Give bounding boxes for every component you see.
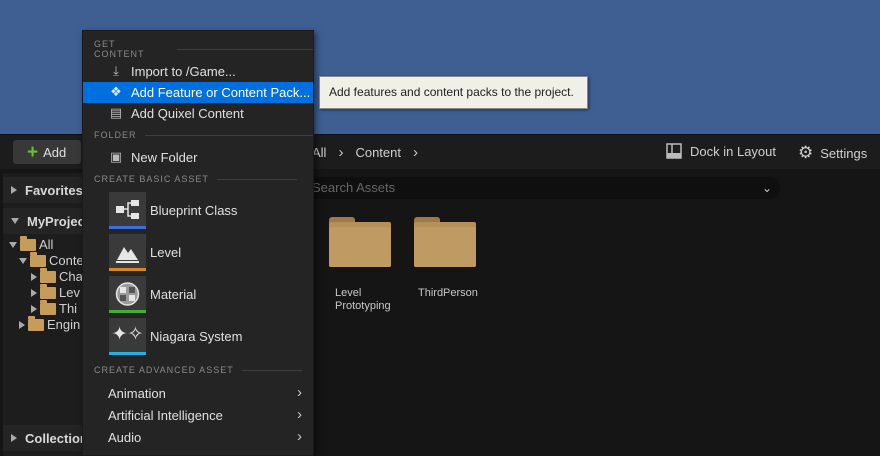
- niagara-icon: ✦✧: [111, 324, 144, 345]
- folder-icon: [20, 235, 36, 251]
- tooltip: Add features and content packs to the pr…: [319, 76, 588, 109]
- collapse-arrow-icon: [11, 218, 19, 224]
- folder-icon: [28, 315, 44, 331]
- menu-item-artificial-intelligence[interactable]: Artificial Intelligence ›: [83, 404, 313, 426]
- project-header[interactable]: MyProjec: [3, 208, 85, 234]
- dock-icon: [666, 143, 682, 159]
- niagara-thumbnail: ✦✧: [109, 318, 146, 355]
- level-thumbnail: [109, 234, 146, 271]
- asset-color-bar: [109, 268, 146, 271]
- menu-item-level[interactable]: Level: [83, 232, 313, 274]
- chevron-right-icon: ›: [297, 406, 302, 423]
- expand-arrow-icon: [11, 434, 17, 442]
- search-placeholder: Search Assets: [312, 180, 396, 195]
- add-button-label: Add: [43, 144, 67, 160]
- folder-icon: [30, 251, 46, 267]
- material-icon: [115, 282, 140, 306]
- dock-label: Dock in Layout: [690, 143, 776, 159]
- tree-item-level[interactable]: Lev: [31, 283, 80, 300]
- material-thumbnail: [109, 276, 146, 313]
- chevron-right-icon[interactable]: ›: [338, 144, 343, 161]
- chevron-right-icon[interactable]: ›: [413, 144, 418, 161]
- menu-item-new-folder[interactable]: ▣ New Folder: [83, 147, 313, 168]
- tree-label: Conte: [49, 253, 84, 268]
- folder-thirdperson[interactable]: [414, 217, 476, 267]
- expand-arrow-icon: [19, 320, 25, 329]
- add-dropdown-menu: GET CONTENT ⤓ Import to /Game... ❖ Add F…: [82, 30, 314, 456]
- asset-name: Level: [150, 245, 182, 260]
- feature-pack-icon: ❖: [110, 84, 122, 99]
- tree-label: Lev: [59, 285, 80, 300]
- asset-name: Material: [150, 287, 197, 302]
- folder-icon: [40, 283, 56, 299]
- menu-item-blueprint-class[interactable]: Blueprint Class: [83, 190, 313, 232]
- expand-arrow-icon: [31, 288, 37, 297]
- asset-color-bar: [109, 352, 146, 355]
- settings-label: Settings: [820, 145, 868, 161]
- menu-item-import[interactable]: ⤓ Import to /Game...: [83, 61, 313, 82]
- asset-color-bar: [109, 226, 146, 229]
- favorites-label: Favorites: [25, 182, 83, 198]
- settings-button[interactable]: ⚙ Settings: [798, 143, 867, 163]
- tree-item-characters[interactable]: Cha: [31, 267, 83, 284]
- blueprint-thumbnail: [109, 192, 146, 229]
- section-create-basic: CREATE BASIC ASSET: [94, 173, 297, 185]
- chevron-right-icon: ›: [297, 428, 302, 445]
- tree-item-engine[interactable]: Engin: [19, 315, 81, 332]
- quixel-icon: ▤: [109, 105, 123, 120]
- blueprint-icon: [116, 200, 139, 219]
- asset-color-bar: [109, 310, 146, 313]
- breadcrumb-content[interactable]: Content: [355, 145, 401, 160]
- gear-icon: ⚙: [798, 143, 814, 162]
- asset-name: Niagara System: [150, 329, 243, 344]
- tree-label: Thi: [59, 301, 78, 316]
- collections-label: Collection: [25, 430, 88, 446]
- favorites-header[interactable]: Favorites: [3, 177, 85, 203]
- chevron-right-icon: ›: [297, 384, 302, 401]
- menu-item-audio[interactable]: Audio ›: [83, 426, 313, 448]
- sources-panel: Favorites MyProjec All Conte Cha Lev Thi…: [3, 173, 88, 456]
- breadcrumb-all[interactable]: All: [312, 145, 326, 160]
- breadcrumb: All › Content ›: [312, 144, 418, 161]
- menu-item-add-feature-pack[interactable]: ❖ Add Feature or Content Pack...: [83, 82, 313, 103]
- menu-item-animation[interactable]: Animation ›: [83, 382, 313, 404]
- import-icon: ⤓: [113, 63, 119, 78]
- tree-label: All: [39, 237, 54, 252]
- add-button[interactable]: + Add: [13, 140, 81, 164]
- folder-icon: [40, 267, 56, 283]
- project-label: MyProjec: [27, 213, 85, 229]
- asset-label: Level Prototyping: [335, 287, 391, 312]
- tree-item-thirdperson[interactable]: Thi: [31, 299, 78, 316]
- tree-item-all[interactable]: All: [9, 235, 54, 252]
- menu-item-niagara-system[interactable]: ✦✧ Niagara System: [83, 316, 313, 358]
- level-icon: [116, 247, 139, 263]
- section-folder: FOLDER: [94, 129, 313, 141]
- collapse-arrow-icon: [19, 257, 27, 264]
- folder-icon: [40, 299, 56, 315]
- expand-arrow-icon: [31, 304, 37, 313]
- dock-in-layout-button[interactable]: Dock in Layout: [666, 143, 776, 159]
- menu-item-material[interactable]: Material: [83, 274, 313, 316]
- tree-item-content[interactable]: Conte: [19, 251, 84, 268]
- collapse-arrow-icon: [9, 241, 17, 248]
- expand-arrow-icon: [11, 186, 17, 194]
- asset-label: ThirdPerson: [418, 287, 478, 299]
- plus-icon: +: [27, 141, 39, 163]
- asset-name: Blueprint Class: [150, 203, 238, 218]
- expand-arrow-icon: [31, 272, 37, 281]
- section-get-content: GET CONTENT: [94, 39, 313, 59]
- folder-level-prototyping[interactable]: [329, 217, 391, 267]
- new-folder-icon: ▣: [109, 149, 123, 164]
- collections-header[interactable]: Collection: [3, 425, 88, 451]
- menu-item-add-quixel[interactable]: ▤ Add Quixel Content: [83, 103, 313, 124]
- search-input[interactable]: Search Assets ⌄: [300, 177, 780, 199]
- tree-label: Cha: [59, 269, 83, 284]
- chevron-down-icon[interactable]: ⌄: [762, 177, 772, 199]
- tree-label: Engin: [47, 317, 81, 332]
- section-create-advanced: CREATE ADVANCED ASSET: [94, 364, 302, 376]
